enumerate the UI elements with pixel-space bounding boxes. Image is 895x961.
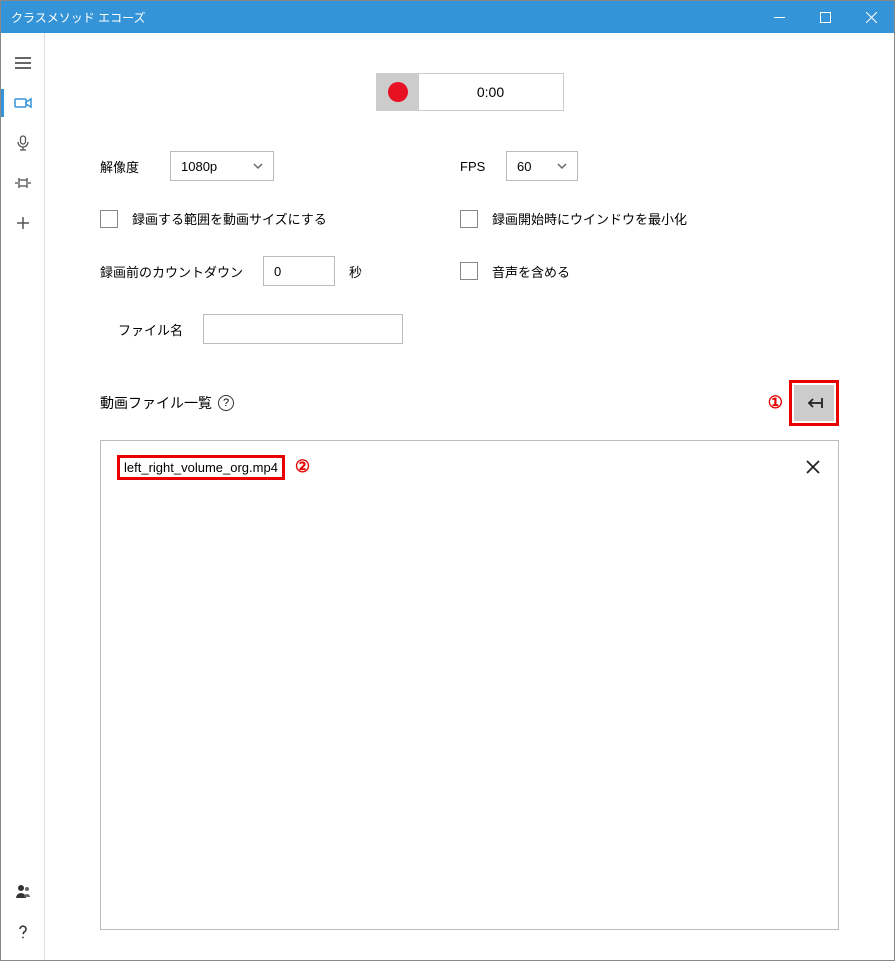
window-title: クラスメソッド エコーズ: [11, 9, 146, 26]
user-icon[interactable]: [1, 872, 45, 912]
file-name: left_right_volume_org.mp4: [124, 460, 278, 475]
close-icon: [805, 459, 821, 475]
filename-label: ファイル名: [118, 320, 183, 339]
maximize-button[interactable]: [802, 1, 848, 33]
fit-label: 録画する範囲を動画サイズにする: [132, 209, 327, 228]
minimize-label: 録画開始時にウインドウを最小化: [492, 209, 687, 228]
fps-select[interactable]: 60: [506, 151, 578, 181]
close-button[interactable]: [848, 1, 894, 33]
record-button[interactable]: [377, 74, 419, 110]
resolution-value: 1080p: [181, 159, 217, 174]
fit-checkbox[interactable]: [100, 210, 118, 228]
sidebar: [1, 33, 45, 960]
chevron-down-icon: [253, 161, 263, 171]
collapse-button[interactable]: [794, 385, 834, 421]
fps-label: FPS: [460, 159, 492, 174]
file-remove-button[interactable]: [804, 458, 822, 476]
help-circle-icon[interactable]: ?: [218, 395, 234, 411]
file-row[interactable]: left_right_volume_org.mp4 ②: [117, 453, 822, 481]
countdown-input[interactable]: 0: [263, 256, 335, 286]
camera-icon[interactable]: [1, 83, 45, 123]
record-dot-icon: [388, 82, 408, 102]
chevron-down-icon: [557, 161, 567, 171]
annotation-box-1: [789, 380, 839, 426]
titlebar: クラスメソッド エコーズ: [1, 1, 894, 33]
main-content: 0:00 解像度 1080p FPS 60 録画する範囲を動画サイズに: [45, 33, 894, 960]
resolution-select[interactable]: 1080p: [170, 151, 274, 181]
microphone-icon[interactable]: [1, 123, 45, 163]
record-timer: 0:00: [419, 74, 563, 110]
hamburger-icon[interactable]: [1, 43, 45, 83]
annotation-box-2: left_right_volume_org.mp4: [117, 455, 285, 480]
annotation-2: ②: [295, 457, 310, 477]
record-control: 0:00: [376, 73, 564, 111]
window-controls: [756, 1, 894, 33]
audio-checkbox[interactable]: [460, 262, 478, 280]
audio-label: 音声を含める: [492, 262, 570, 281]
minimize-checkbox[interactable]: [460, 210, 478, 228]
resolution-label: 解像度: [100, 157, 156, 176]
plus-icon[interactable]: [1, 203, 45, 243]
minimize-button[interactable]: [756, 1, 802, 33]
help-icon[interactable]: [1, 912, 45, 952]
file-list: left_right_volume_org.mp4 ②: [100, 440, 839, 930]
countdown-label: 録画前のカウントダウン: [100, 262, 243, 281]
arrow-left-bar-icon: [803, 395, 825, 411]
fps-value: 60: [517, 159, 531, 174]
filelist-header: 動画ファイル一覧: [100, 393, 212, 413]
annotation-1: ①: [768, 393, 783, 413]
crop-icon[interactable]: [1, 163, 45, 203]
countdown-unit: 秒: [349, 262, 362, 281]
filename-input[interactable]: [203, 314, 403, 344]
